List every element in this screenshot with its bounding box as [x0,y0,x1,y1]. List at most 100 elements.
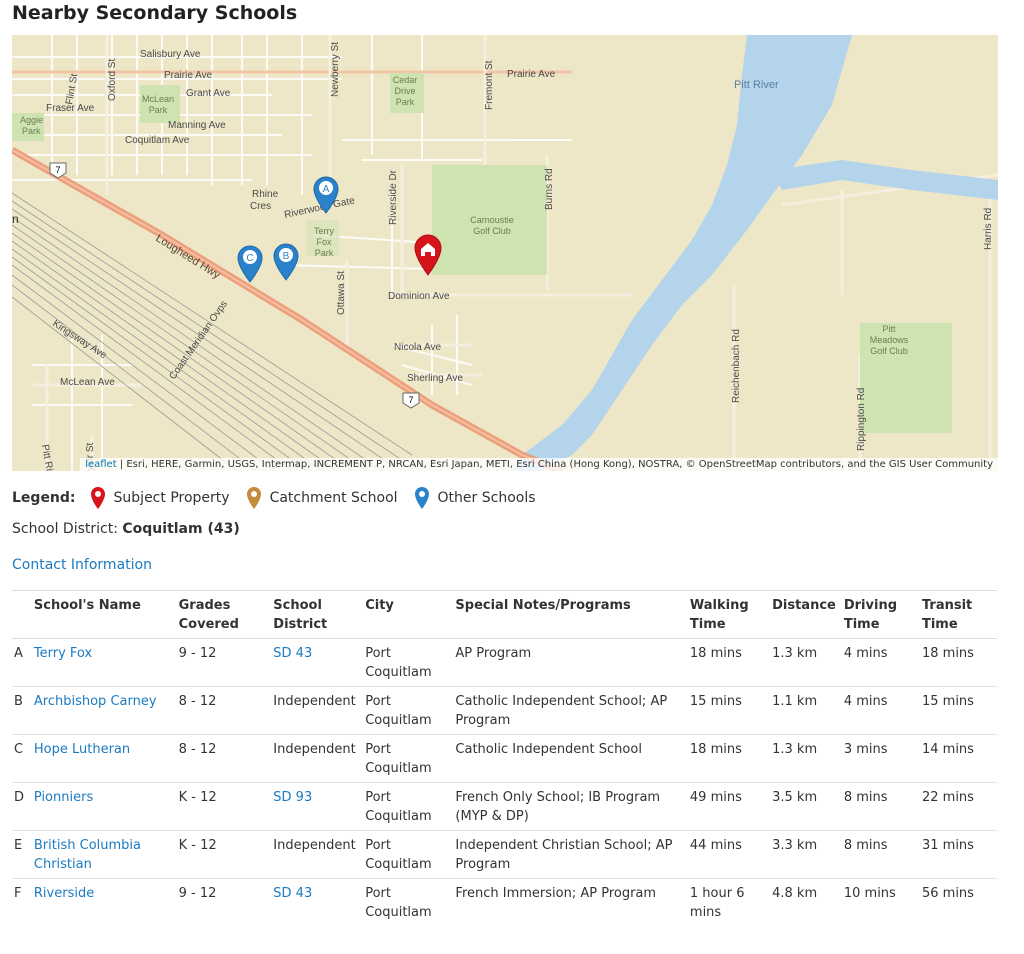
row-name-cell: Pionniers [29,782,175,831]
row-city: Port Coquitlam [361,830,452,879]
label-pitt-meadows-1: Pitt [882,324,896,334]
label-sherling-ave: Sherling Ave [407,373,463,384]
district-link[interactable]: SD 43 [273,646,312,661]
school-link[interactable]: Hope Lutheran [34,742,130,757]
header-name: School's Name [29,590,175,639]
header-walking: Walking Time [685,590,769,639]
school-district: School District: Coquitlam (43) [12,521,240,537]
row-name-cell: Archbishop Carney [29,686,175,735]
contact-information-link[interactable]: Contact Information [12,557,152,573]
row-label: B [12,686,30,735]
district-link[interactable]: SD 93 [273,790,312,805]
page-title: Nearby Secondary Schools [12,2,298,24]
label-salisbury-ave: Salisbury Ave [140,49,201,60]
school-link[interactable]: British Columbia Christian [34,838,141,872]
row-driving: 4 mins [839,686,918,735]
row-driving: 8 mins [839,830,918,879]
legend-label-other: Other Schools [437,490,536,506]
label-fremont-st: Fremont St [484,60,495,110]
row-district-cell: SD 93 [269,782,362,831]
row-driving: 3 mins [839,734,918,783]
header-grades: Grades Covered [174,590,270,639]
legend-label-subject: Subject Property [113,490,230,506]
row-transit: 22 mins [917,782,997,831]
label-pitt-river: Pitt River [734,79,779,91]
row-grades: 9 - 12 [174,638,270,687]
row-grades: 8 - 12 [174,686,270,735]
row-walking: 49 mins [685,782,769,831]
label-aggie-1: Aggie [20,115,43,125]
label-edge: n [12,212,19,226]
row-city: Port Coquitlam [361,638,452,687]
header-label [12,590,30,639]
label-ottawa-st: Ottawa St [336,271,347,315]
header-distance: Distance [768,590,840,639]
row-distance: 4.8 km [772,886,818,901]
row-label: C [12,734,30,783]
label-reichenbach-rd: Reichenbach Rd [731,329,742,403]
row-district: Independent [269,830,362,879]
district-link[interactable]: SD 43 [273,886,312,901]
map[interactable]: 7 7 Salisbury Ave Prairie Ave Prairie Av… [12,35,998,471]
label-pitt-meadows-2: Meadows [870,335,909,345]
svg-text:7: 7 [408,395,413,405]
row-driving: 10 mins [843,886,896,901]
orange-pin-icon [246,487,261,509]
label-mclean-park-1: McLean [142,94,174,104]
row-notes: Catholic Independent School; AP Program [451,686,686,735]
attribution-text: | Esri, HERE, Garmin, USGS, Intermap, IN… [116,459,993,470]
row-walking: 44 mins [685,830,769,879]
row-grades: 9 - 12 [178,886,217,901]
row-label: E [12,830,30,879]
row-notes: Catholic Independent School [451,734,686,783]
marker-a-label: A [323,184,330,195]
table-row: C Hope Lutheran 8 - 12 Independent Port … [12,734,997,783]
table-header-row: School's Name Grades Covered School Dist… [12,590,997,639]
school-link[interactable]: Terry Fox [34,646,92,661]
label-riverside-dr: Riverside Dr [388,169,399,225]
row-district-cell: SD 43 [269,879,361,927]
label-cedar-1: Cedar [393,75,418,85]
label-manning-ave: Manning Ave [168,120,226,131]
label-prairie-ave-w: Prairie Ave [164,70,213,81]
label-dominion-ave: Dominion Ave [388,291,450,302]
row-label: D [12,782,30,831]
leaflet-link[interactable]: leaflet [85,459,116,470]
label-newberry-st: Newberry St [330,42,341,97]
row-city: Port Coquitlam [361,734,452,783]
label-prairie-ave-e: Prairie Ave [507,69,556,80]
row-city: Port Coquitlam [361,686,452,735]
label-cedar-3: Park [396,97,415,107]
header-city: City [361,590,452,639]
row-grades: K - 12 [174,782,270,831]
row-label: F [14,886,22,901]
label-pitt-meadows-3: Golf Club [870,346,908,356]
row-name-cell: Terry Fox [29,638,175,687]
row-notes: French Only School; IB Program (MYP & DP… [451,782,686,831]
table-row: D Pionniers K - 12 SD 93 Port Coquitlam … [12,782,997,831]
row-notes: AP Program [451,638,686,687]
map-attribution: leaflet | Esri, HERE, Garmin, USGS, Inte… [80,458,998,471]
map-canvas[interactable]: 7 7 Salisbury Ave Prairie Ave Prairie Av… [12,35,998,471]
district-label: School District: [12,521,123,537]
blue-pin-icon [414,487,429,509]
marker-b-label: B [283,251,290,262]
schools-table: School's Name Grades Covered School Dist… [12,590,997,926]
row-transit: 14 mins [917,734,997,783]
school-link[interactable]: Archbishop Carney [34,694,157,709]
marker-c-label: C [246,253,253,264]
label-mclean-park-2: Park [149,105,168,115]
legend-item-other: Other Schools [414,486,536,510]
row-city: Port Coquitlam [365,886,432,920]
row-transit: 31 mins [917,830,997,879]
row-city: Port Coquitlam [361,782,452,831]
header-driving: Driving Time [839,590,918,639]
svg-text:7: 7 [55,165,60,175]
school-link[interactable]: Pionniers [34,790,93,805]
header-district: School District [269,590,362,639]
label-carnoustie-2: Golf Club [473,226,511,236]
label-cedar-2: Drive [394,86,415,96]
row-walking: 15 mins [685,686,769,735]
school-link[interactable]: Riverside [34,886,94,901]
header-notes: Special Notes/Programs [451,590,686,639]
